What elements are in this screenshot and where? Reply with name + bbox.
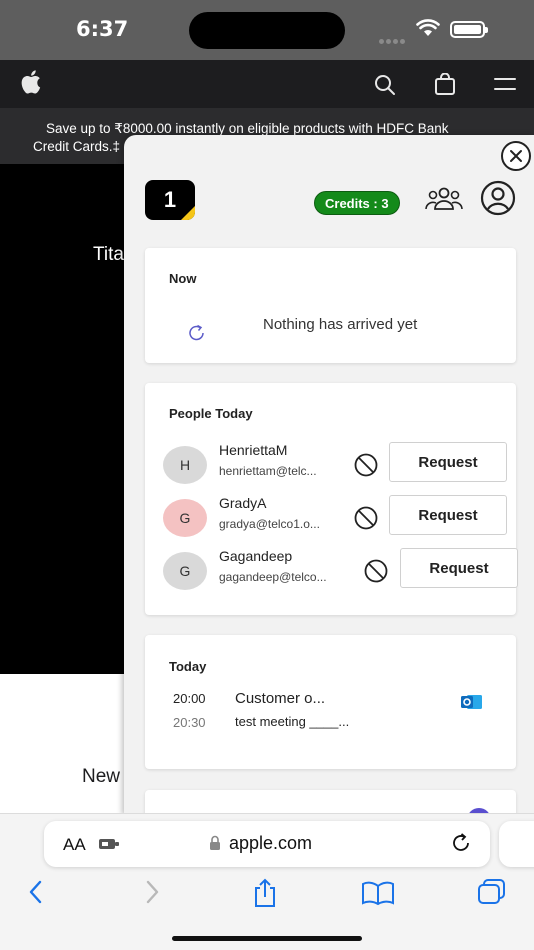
battery-icon [450,21,488,38]
address-bar[interactable]: AA apple.com [44,821,490,867]
extension-icon[interactable] [98,836,120,852]
person-row: G Gagandeep gagandeep@telco... Request [163,548,523,596]
person-name: HenriettaM [219,442,288,458]
next-card [145,790,516,815]
profile-icon[interactable] [480,180,516,216]
close-button[interactable] [501,141,531,171]
cellular-signal-icon [379,31,407,44]
person-row: G GradyA gradya@telco1.o... Request [163,495,523,543]
people-today-card: People Today H HenriettaM henriettam@tel… [145,383,518,615]
forward-icon[interactable] [142,877,162,907]
now-card: Now Nothing has arrived yet [145,248,516,363]
lock-icon [210,835,220,850]
shopping-bag-icon[interactable] [434,73,456,95]
app-logo: 1 [145,180,195,220]
now-title: Now [169,271,197,286]
block-icon[interactable] [353,505,379,531]
search-icon[interactable] [374,74,396,96]
extension-side-panel: 1 Credits : 3 Now Nothing has arrived ye… [124,135,534,815]
person-row: H HenriettaM henriettam@telc... Request [163,442,523,490]
wifi-icon [416,19,440,36]
request-button[interactable]: Request [389,442,507,482]
today-card: Today 20:00 20:30 Customer o... test mee… [145,635,516,769]
back-icon[interactable] [26,877,46,907]
people-group-icon[interactable] [425,185,463,213]
request-button[interactable]: Request [400,548,518,588]
status-time: 6:37 [76,17,129,41]
next-tab-preview[interactable] [499,821,534,867]
request-button[interactable]: Request [389,495,507,535]
person-name: GradyA [219,495,267,511]
person-email: henriettam@telc... [219,464,317,478]
event-subtitle: test meeting ____... [235,714,350,729]
avatar: H [163,446,207,484]
share-icon[interactable] [251,877,279,909]
dynamic-island [189,12,345,49]
person-email: gradya@telco1.o... [219,517,320,531]
person-email: gagandeep@telco... [219,570,327,584]
people-today-title: People Today [169,406,253,421]
empty-state-message: Nothing has arrived yet [263,316,418,333]
block-icon[interactable] [353,452,379,478]
avatar: G [163,499,207,537]
close-icon [510,150,522,162]
event-start-time: 20:00 [173,691,206,706]
home-indicator [172,936,362,941]
avatar: G [163,552,207,590]
event-end-time: 20:30 [173,715,206,730]
apple-logo-icon[interactable] [21,70,41,94]
refresh-icon[interactable] [187,324,207,342]
block-icon[interactable] [363,558,389,584]
person-name: Gagandeep [219,548,293,564]
tabs-icon[interactable] [477,878,507,906]
section-label-fragment: New [82,766,121,787]
hero-title-fragment: Tita [93,244,124,265]
url-text[interactable]: apple.com [229,833,312,854]
outlook-icon[interactable] [461,693,483,711]
menu-icon[interactable] [494,76,516,92]
text-size-button[interactable]: AA [63,835,86,855]
credits-badge: Credits : 3 [314,191,400,215]
today-title: Today [169,659,207,674]
bookmarks-icon[interactable] [361,880,395,906]
event-title[interactable]: Customer o... [235,690,325,707]
reload-icon[interactable] [450,832,472,854]
status-bar: 6:37 [0,0,534,60]
